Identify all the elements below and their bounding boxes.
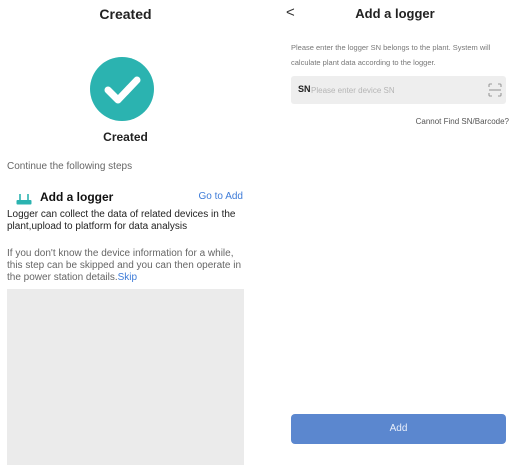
skip-link[interactable]: Skip — [118, 272, 137, 283]
status-label: Created — [103, 130, 148, 144]
step-title: Add a logger — [40, 190, 114, 204]
instruction-text: Please enter the logger SN belongs to th… — [291, 43, 491, 67]
router-icon — [16, 192, 32, 205]
success-check-icon — [90, 57, 154, 121]
step-description: Logger can collect the data of related d… — [7, 209, 236, 232]
add-button[interactable]: Add — [291, 414, 506, 444]
scan-icon[interactable] — [488, 83, 502, 97]
created-screen: Created Created Continue the following s… — [0, 0, 251, 465]
add-logger-screen: < Add a logger Please enter the logger S… — [281, 0, 509, 465]
page-title: Add a logger — [355, 6, 435, 21]
sn-label: SN — [298, 84, 311, 94]
continue-text: Continue the following steps — [7, 161, 133, 172]
skip-hint: If you don't know the device information… — [7, 248, 247, 284]
page-title: Created — [99, 6, 152, 22]
cannot-find-sn-link[interactable]: Cannot Find SN/Barcode? — [416, 117, 509, 126]
sn-input[interactable] — [311, 82, 476, 98]
image-placeholder — [7, 289, 244, 465]
sn-field: SN — [291, 76, 506, 104]
go-to-add-link[interactable]: Go to Add — [199, 191, 243, 202]
add-logger-step: Add a logger Go to Add — [7, 190, 243, 206]
